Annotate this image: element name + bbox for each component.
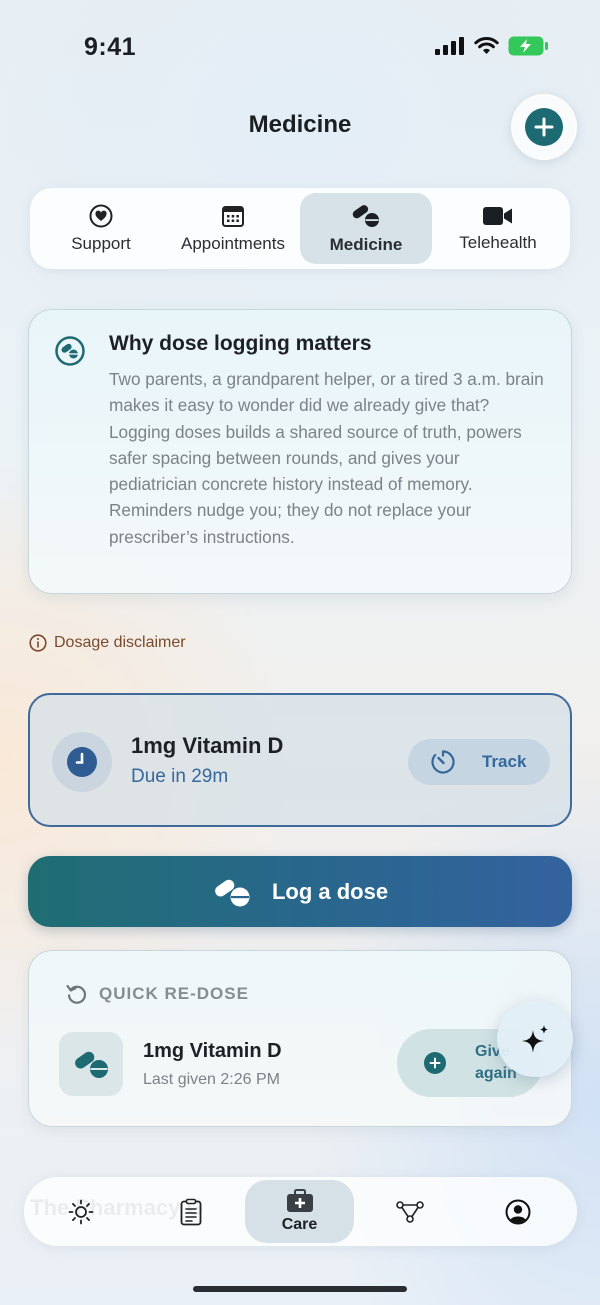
tab-support[interactable]: Support xyxy=(35,193,167,264)
video-camera-icon xyxy=(483,206,512,225)
signal-icon xyxy=(435,37,464,55)
pills-icon xyxy=(352,204,379,227)
dosage-disclaimer-link[interactable]: Dosage disclaimer xyxy=(29,634,186,652)
nav-care[interactable]: Care xyxy=(245,1180,354,1243)
medicine-tile xyxy=(59,1032,123,1096)
log-dose-label: Log a dose xyxy=(271,878,389,904)
nav-network[interactable] xyxy=(385,1177,435,1246)
battery-charging-icon xyxy=(508,36,548,56)
nav-care-label: Care xyxy=(281,1216,318,1233)
tab-label: Medicine xyxy=(329,234,403,254)
log-dose-button[interactable]: Log a dose xyxy=(28,856,572,927)
due-time: Due in 29m xyxy=(131,766,229,787)
pills-icon xyxy=(215,879,250,906)
nav-logs[interactable] xyxy=(166,1177,216,1246)
assistant-button[interactable] xyxy=(497,1001,573,1077)
segment-tabs: Support Appointments Medicine Telehealth xyxy=(30,188,570,269)
add-button[interactable] xyxy=(511,94,577,160)
tab-label: Telehealth xyxy=(459,232,537,252)
status-time: 9:41 xyxy=(84,33,137,61)
wifi-icon xyxy=(474,37,499,54)
status-icons xyxy=(435,36,548,56)
redose-medicine-name: 1mg Vitamin D xyxy=(143,1040,282,1062)
sparkle-icon xyxy=(522,1025,548,1053)
clock-badge xyxy=(52,732,112,792)
redo-arrow-icon xyxy=(66,984,87,1004)
info-title: Why dose logging matters xyxy=(109,332,372,355)
quick-redose-heading: QUICK RE-DOSE xyxy=(65,983,249,1005)
network-icon xyxy=(396,1200,424,1223)
tab-label: Appointments xyxy=(181,233,285,253)
home-indicator xyxy=(193,1286,407,1292)
plus-icon xyxy=(525,108,563,146)
pills-icon xyxy=(75,1051,108,1078)
calendar-icon xyxy=(222,205,244,227)
page-title: Medicine xyxy=(248,111,352,138)
due-dose-card[interactable]: 1mg Vitamin D Due in 29m Track xyxy=(28,693,572,827)
due-medicine-name: 1mg Vitamin D xyxy=(131,733,284,758)
disclaimer-label: Dosage disclaimer xyxy=(54,634,186,651)
track-label: Track xyxy=(482,752,527,771)
quick-redose-title: QUICK RE-DOSE xyxy=(99,984,249,1003)
tab-medicine[interactable]: Medicine xyxy=(300,193,432,264)
info-icon xyxy=(29,634,47,652)
nav-profile[interactable] xyxy=(493,1177,543,1246)
plus-icon xyxy=(424,1052,446,1074)
info-card: Why dose logging matters Two parents, a … xyxy=(28,309,572,594)
nav-today[interactable] xyxy=(56,1177,106,1246)
info-body: Two parents, a grandparent helper, or a … xyxy=(109,369,544,547)
tab-telehealth[interactable]: Telehealth xyxy=(432,193,564,264)
pill-circle-icon xyxy=(55,336,85,366)
last-given: Last given 2:26 PM xyxy=(143,1071,280,1088)
bottom-nav: The Pharmacy G Care xyxy=(24,1177,577,1246)
timer-icon xyxy=(431,750,455,774)
tab-label: Support xyxy=(71,233,131,253)
clock-icon xyxy=(67,747,97,777)
track-button[interactable]: Track xyxy=(408,739,550,785)
first-aid-kit-icon xyxy=(286,1189,313,1212)
clipboard-icon xyxy=(180,1198,202,1225)
quick-redose-card: QUICK RE-DOSE 1mg Vitamin D Last given 2… xyxy=(28,950,572,1127)
sun-icon xyxy=(68,1199,94,1224)
tab-appointments[interactable]: Appointments xyxy=(167,193,299,264)
profile-icon xyxy=(505,1199,531,1224)
heart-circle-icon xyxy=(89,204,113,227)
